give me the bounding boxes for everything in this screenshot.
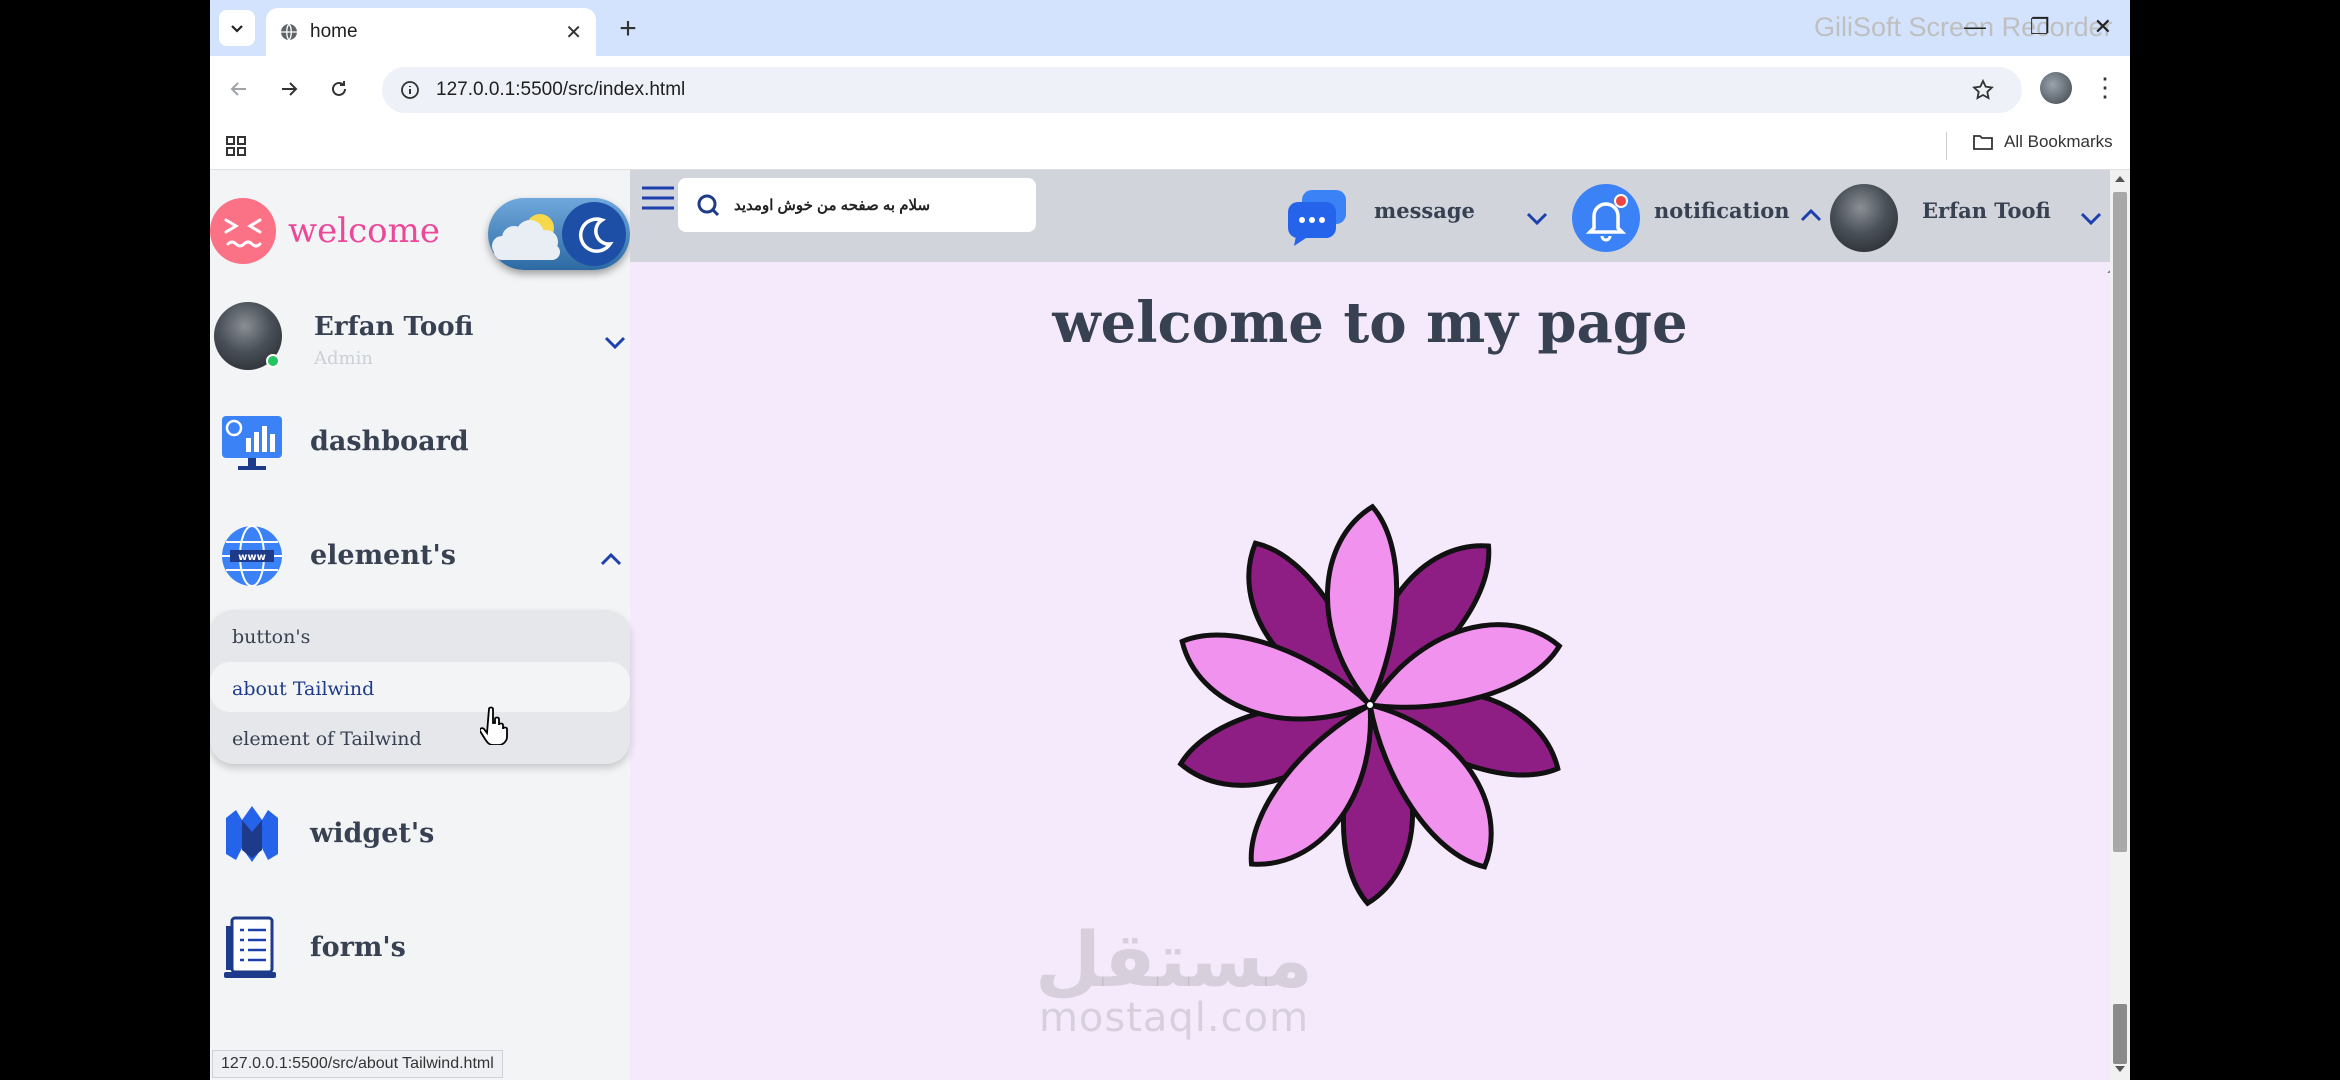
window-controls: — ❐ ✕ (1964, 14, 2112, 40)
mostaql-latin: mostaql.com (1038, 995, 1310, 1041)
web-page: welcome Erfan Toofi Admin dashboard www … (210, 170, 2130, 1080)
brand-label: welcome (288, 211, 440, 251)
moon-icon (562, 202, 626, 266)
all-bookmarks-button[interactable]: All Bookmarks (1972, 132, 2113, 152)
sidebar-user[interactable]: Erfan Toofi Admin (214, 302, 630, 374)
search-text: سلام به صفحه من خوش اومدید (734, 197, 931, 214)
user-name: Erfan Toofi (314, 312, 474, 342)
top-navbar: سلام به صفحه من خوش اومدید message notif… (630, 170, 2110, 262)
scrollbar-thumb[interactable] (2113, 192, 2127, 852)
chevron-down-icon (231, 25, 243, 33)
bookmark-star-icon[interactable] (1972, 78, 1994, 106)
browser-window: home ✕ + GiliSoft Screen Recorder — ❐ ✕ … (210, 0, 2130, 1080)
dizzy-face-icon (210, 198, 276, 264)
chevron-down-icon[interactable] (1522, 204, 1552, 234)
svg-text:www: www (238, 552, 266, 563)
close-tab-icon[interactable]: ✕ (565, 20, 582, 45)
submenu-item-buttons[interactable]: button's (210, 610, 630, 660)
folder-icon (1973, 135, 1993, 150)
scroll-up-arrow-icon[interactable] (2114, 174, 2126, 184)
restore-icon[interactable]: ❐ (2030, 14, 2050, 40)
hamburger-menu-icon[interactable] (640, 184, 676, 214)
arrow-right-icon (282, 82, 298, 96)
url-text: 127.0.0.1:5500/src/index.html (436, 79, 686, 100)
sidebar-item-label: widget's (310, 818, 435, 849)
scrollbar-thumb-lower (2113, 1004, 2127, 1064)
tab-title: home (310, 21, 358, 42)
brand[interactable]: welcome (210, 198, 440, 264)
menu-kebab-icon[interactable]: ⋮ (2092, 72, 2118, 103)
tab-strip: home ✕ + GiliSoft Screen Recorder — ❐ ✕ (210, 0, 2130, 56)
globe-icon (281, 23, 297, 41)
submenu-item-about-tailwind[interactable]: about Tailwind (210, 662, 630, 712)
address-bar[interactable]: 127.0.0.1:5500/src/index.html (382, 67, 2022, 113)
all-bookmarks-label: All Bookmarks (2004, 132, 2113, 151)
sidebar-item-label: form's (310, 932, 406, 963)
close-window-icon[interactable]: ✕ (2094, 14, 2112, 40)
chevron-down-icon[interactable] (2076, 204, 2106, 234)
arrow-left-icon (230, 82, 246, 96)
mostaql-arabic: مستقل (1035, 915, 1313, 1004)
browser-tab[interactable]: home ✕ (266, 8, 596, 56)
chevron-up-icon[interactable] (1796, 200, 1826, 230)
elements-submenu: button's about Tailwind element of Tailw… (210, 610, 630, 764)
sidebar-item-dashboard[interactable]: dashboard (210, 404, 630, 484)
forward-button[interactable] (274, 74, 304, 104)
browser-toolbar: 127.0.0.1:5500/src/index.html ⋮ (210, 56, 2130, 122)
page-heading: welcome to my page (1052, 290, 1688, 356)
bookmarks-bar: All Bookmarks (210, 122, 2130, 170)
profile-avatar[interactable] (2040, 72, 2072, 104)
notification-label[interactable]: notification (1654, 198, 1790, 223)
flower-illustration (1177, 503, 1563, 907)
sidebar-item-elements[interactable]: www element's (210, 518, 630, 598)
chevron-up-icon[interactable] (596, 544, 626, 574)
widget-blocks-icon (226, 806, 278, 862)
reload-button[interactable] (324, 74, 354, 104)
back-button[interactable] (224, 74, 254, 104)
minimize-icon[interactable]: — (1964, 14, 1986, 40)
sidebar-item-label: element's (310, 540, 456, 571)
reload-icon (332, 81, 346, 96)
tab-search-button[interactable] (219, 10, 255, 46)
sidebar-item-label: dashboard (310, 426, 469, 457)
sidebar-item-widgets[interactable]: widget's (210, 796, 630, 876)
sidebar-item-forms[interactable]: form's (210, 910, 630, 990)
theme-toggle[interactable] (488, 198, 630, 270)
sidebar: welcome Erfan Toofi Admin dashboard www … (210, 170, 630, 1080)
main-content: سلام به صفحه من خوش اومدید message notif… (630, 170, 2130, 1080)
hand-cursor-icon (480, 706, 508, 745)
bookmarks-divider (1946, 132, 1947, 160)
scroll-down-arrow-icon[interactable] (2114, 1064, 2126, 1074)
globe-www-icon: www (222, 525, 282, 587)
apps-grid-icon[interactable] (224, 134, 248, 163)
message-icon[interactable] (1286, 188, 1348, 246)
site-info-icon[interactable] (400, 80, 420, 100)
online-status-dot (266, 354, 280, 368)
notification-badge (1614, 194, 1628, 208)
mostaql-watermark: مستقل mostaql.com (1024, 915, 1324, 1041)
status-bar-url: 127.0.0.1:5500/src/about Tailwind.html (212, 1050, 503, 1078)
user-role: Admin (314, 348, 373, 369)
search-icon (697, 194, 720, 217)
notification-icon[interactable] (1572, 184, 1640, 252)
new-tab-button[interactable]: + (610, 12, 646, 45)
search-input[interactable]: سلام به صفحه من خوش اومدید (678, 178, 1036, 232)
form-clipboard-icon (224, 916, 276, 978)
dashboard-icon (222, 416, 282, 470)
topbar-avatar[interactable] (1830, 184, 1898, 252)
page-scrollbar[interactable] (2110, 170, 2130, 1080)
chevron-down-icon[interactable] (600, 328, 630, 358)
topbar-user-name[interactable]: Erfan Toofi (1922, 198, 2051, 223)
message-label[interactable]: message (1374, 198, 1475, 223)
submenu-item-element-of-tailwind[interactable]: element of Tailwind (210, 712, 630, 762)
